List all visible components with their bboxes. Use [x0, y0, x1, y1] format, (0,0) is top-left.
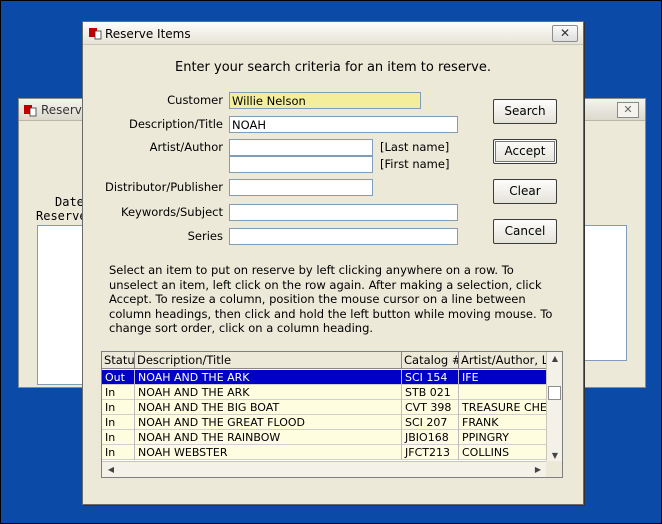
scroll-left-icon[interactable]: ◀ — [104, 465, 118, 474]
reserve-items-dialog: Reserve Items ✕ Enter your search criter… — [82, 21, 584, 505]
vertical-scrollbar[interactable]: ▲ ▼ — [546, 352, 562, 462]
cell-catalog: SCI 154 — [402, 370, 459, 385]
results-grid[interactable]: Statu Description/Title Catalog # Artist… — [101, 351, 563, 478]
cell-title: NOAH AND THE GREAT FLOOD — [135, 415, 402, 430]
scroll-right-icon[interactable]: ▶ — [531, 465, 545, 474]
customer-field[interactable] — [229, 92, 421, 109]
dialog-title: Reserve Items — [105, 27, 191, 41]
cell-artist: FRANK — [459, 415, 547, 430]
cell-title: NOAH AND THE ARK — [135, 370, 402, 385]
cancel-button[interactable]: Cancel — [493, 219, 557, 244]
keywords-field[interactable] — [229, 204, 458, 221]
cell-status: Out — [102, 370, 135, 385]
app-icon — [89, 28, 102, 40]
artist-label: Artist/Author — [149, 140, 223, 154]
distributor-label: Distributor/Publisher — [104, 180, 223, 194]
cell-status: In — [102, 445, 135, 460]
column-header-title[interactable]: Description/Title — [135, 352, 402, 369]
cell-artist: PPINGRY — [459, 430, 547, 445]
cell-title: NOAH AND THE RAINBOW — [135, 430, 402, 445]
table-row[interactable]: In NOAH WEBSTER JFCT213 COLLINS — [102, 445, 547, 460]
cell-title: NOAH AND THE BIG BOAT — [135, 400, 402, 415]
scroll-thumb[interactable] — [548, 386, 561, 400]
dialog-heading: Enter your search criteria for an item t… — [175, 60, 491, 75]
app-icon — [24, 105, 37, 117]
description-label: Description/Title — [128, 117, 223, 131]
horizontal-scrollbar[interactable]: ◀ ▶ — [102, 461, 547, 477]
column-header-catalog[interactable]: Catalog # — [402, 352, 459, 369]
distributor-field[interactable] — [229, 179, 373, 196]
table-row[interactable]: In NOAH AND THE ARK STB 021 — [102, 385, 547, 400]
column-header-status[interactable]: Statu — [102, 352, 135, 369]
scroll-down-icon[interactable]: ▼ — [548, 451, 562, 460]
instructions-text: Select an item to put on reserve by left… — [109, 263, 553, 335]
background-close-button[interactable]: ✕ — [617, 102, 639, 118]
cell-status: In — [102, 415, 135, 430]
artist-last-name-field[interactable] — [229, 139, 373, 156]
column-header-artist[interactable]: Artist/Author, L — [459, 352, 547, 369]
series-field[interactable] — [229, 228, 458, 245]
series-label: Series — [187, 229, 223, 243]
table-row[interactable]: In NOAH AND THE RAINBOW JBIO168 PPINGRY — [102, 430, 547, 445]
cell-catalog: JBIO168 — [402, 430, 459, 445]
reserve-label: Reserve — [36, 209, 87, 223]
close-icon: ✕ — [559, 26, 571, 40]
keywords-label: Keywords/Subject — [121, 205, 223, 219]
table-row[interactable]: In NOAH AND THE BIG BOAT CVT 398 TREASURE C… — [102, 400, 547, 415]
artist-first-name-field[interactable] — [229, 156, 373, 173]
customer-label: Customer — [167, 93, 223, 107]
cell-catalog: JFCT213 — [402, 445, 459, 460]
table-row[interactable]: In NOAH AND THE GREAT FLOOD SCI 207 FRANK — [102, 415, 547, 430]
first-name-hint: [First name] — [380, 157, 450, 171]
cell-artist: IFE — [459, 370, 547, 385]
grid-header: Statu Description/Title Catalog # Artist… — [102, 352, 547, 369]
cell-title: NOAH WEBSTER — [135, 445, 402, 460]
close-icon: ✕ — [623, 103, 633, 116]
cell-status: In — [102, 400, 135, 415]
close-button[interactable]: ✕ — [552, 25, 578, 42]
search-button[interactable]: Search — [493, 99, 557, 124]
table-row[interactable]: Out NOAH AND THE ARK SCI 154 IFE — [102, 370, 547, 385]
scrollbar-corner — [546, 461, 562, 477]
dialog-titlebar[interactable]: Reserve Items ✕ — [83, 22, 583, 45]
cell-status: In — [102, 385, 135, 400]
cell-artist — [459, 385, 547, 400]
cell-title: NOAH AND THE ARK — [135, 385, 402, 400]
cell-catalog: SCI 207 — [402, 415, 459, 430]
clear-button[interactable]: Clear — [493, 179, 557, 204]
cell-artist: COLLINS — [459, 445, 547, 460]
scroll-up-icon[interactable]: ▲ — [548, 354, 562, 363]
last-name-hint: [Last name] — [380, 140, 450, 154]
cell-catalog: STB 021 — [402, 385, 459, 400]
description-field[interactable] — [229, 116, 458, 133]
date-label: Date — [55, 195, 84, 209]
cell-artist: TREASURE CHE — [459, 400, 547, 415]
cell-status: In — [102, 430, 135, 445]
cell-catalog: CVT 398 — [402, 400, 459, 415]
accept-button[interactable]: Accept — [493, 139, 557, 164]
